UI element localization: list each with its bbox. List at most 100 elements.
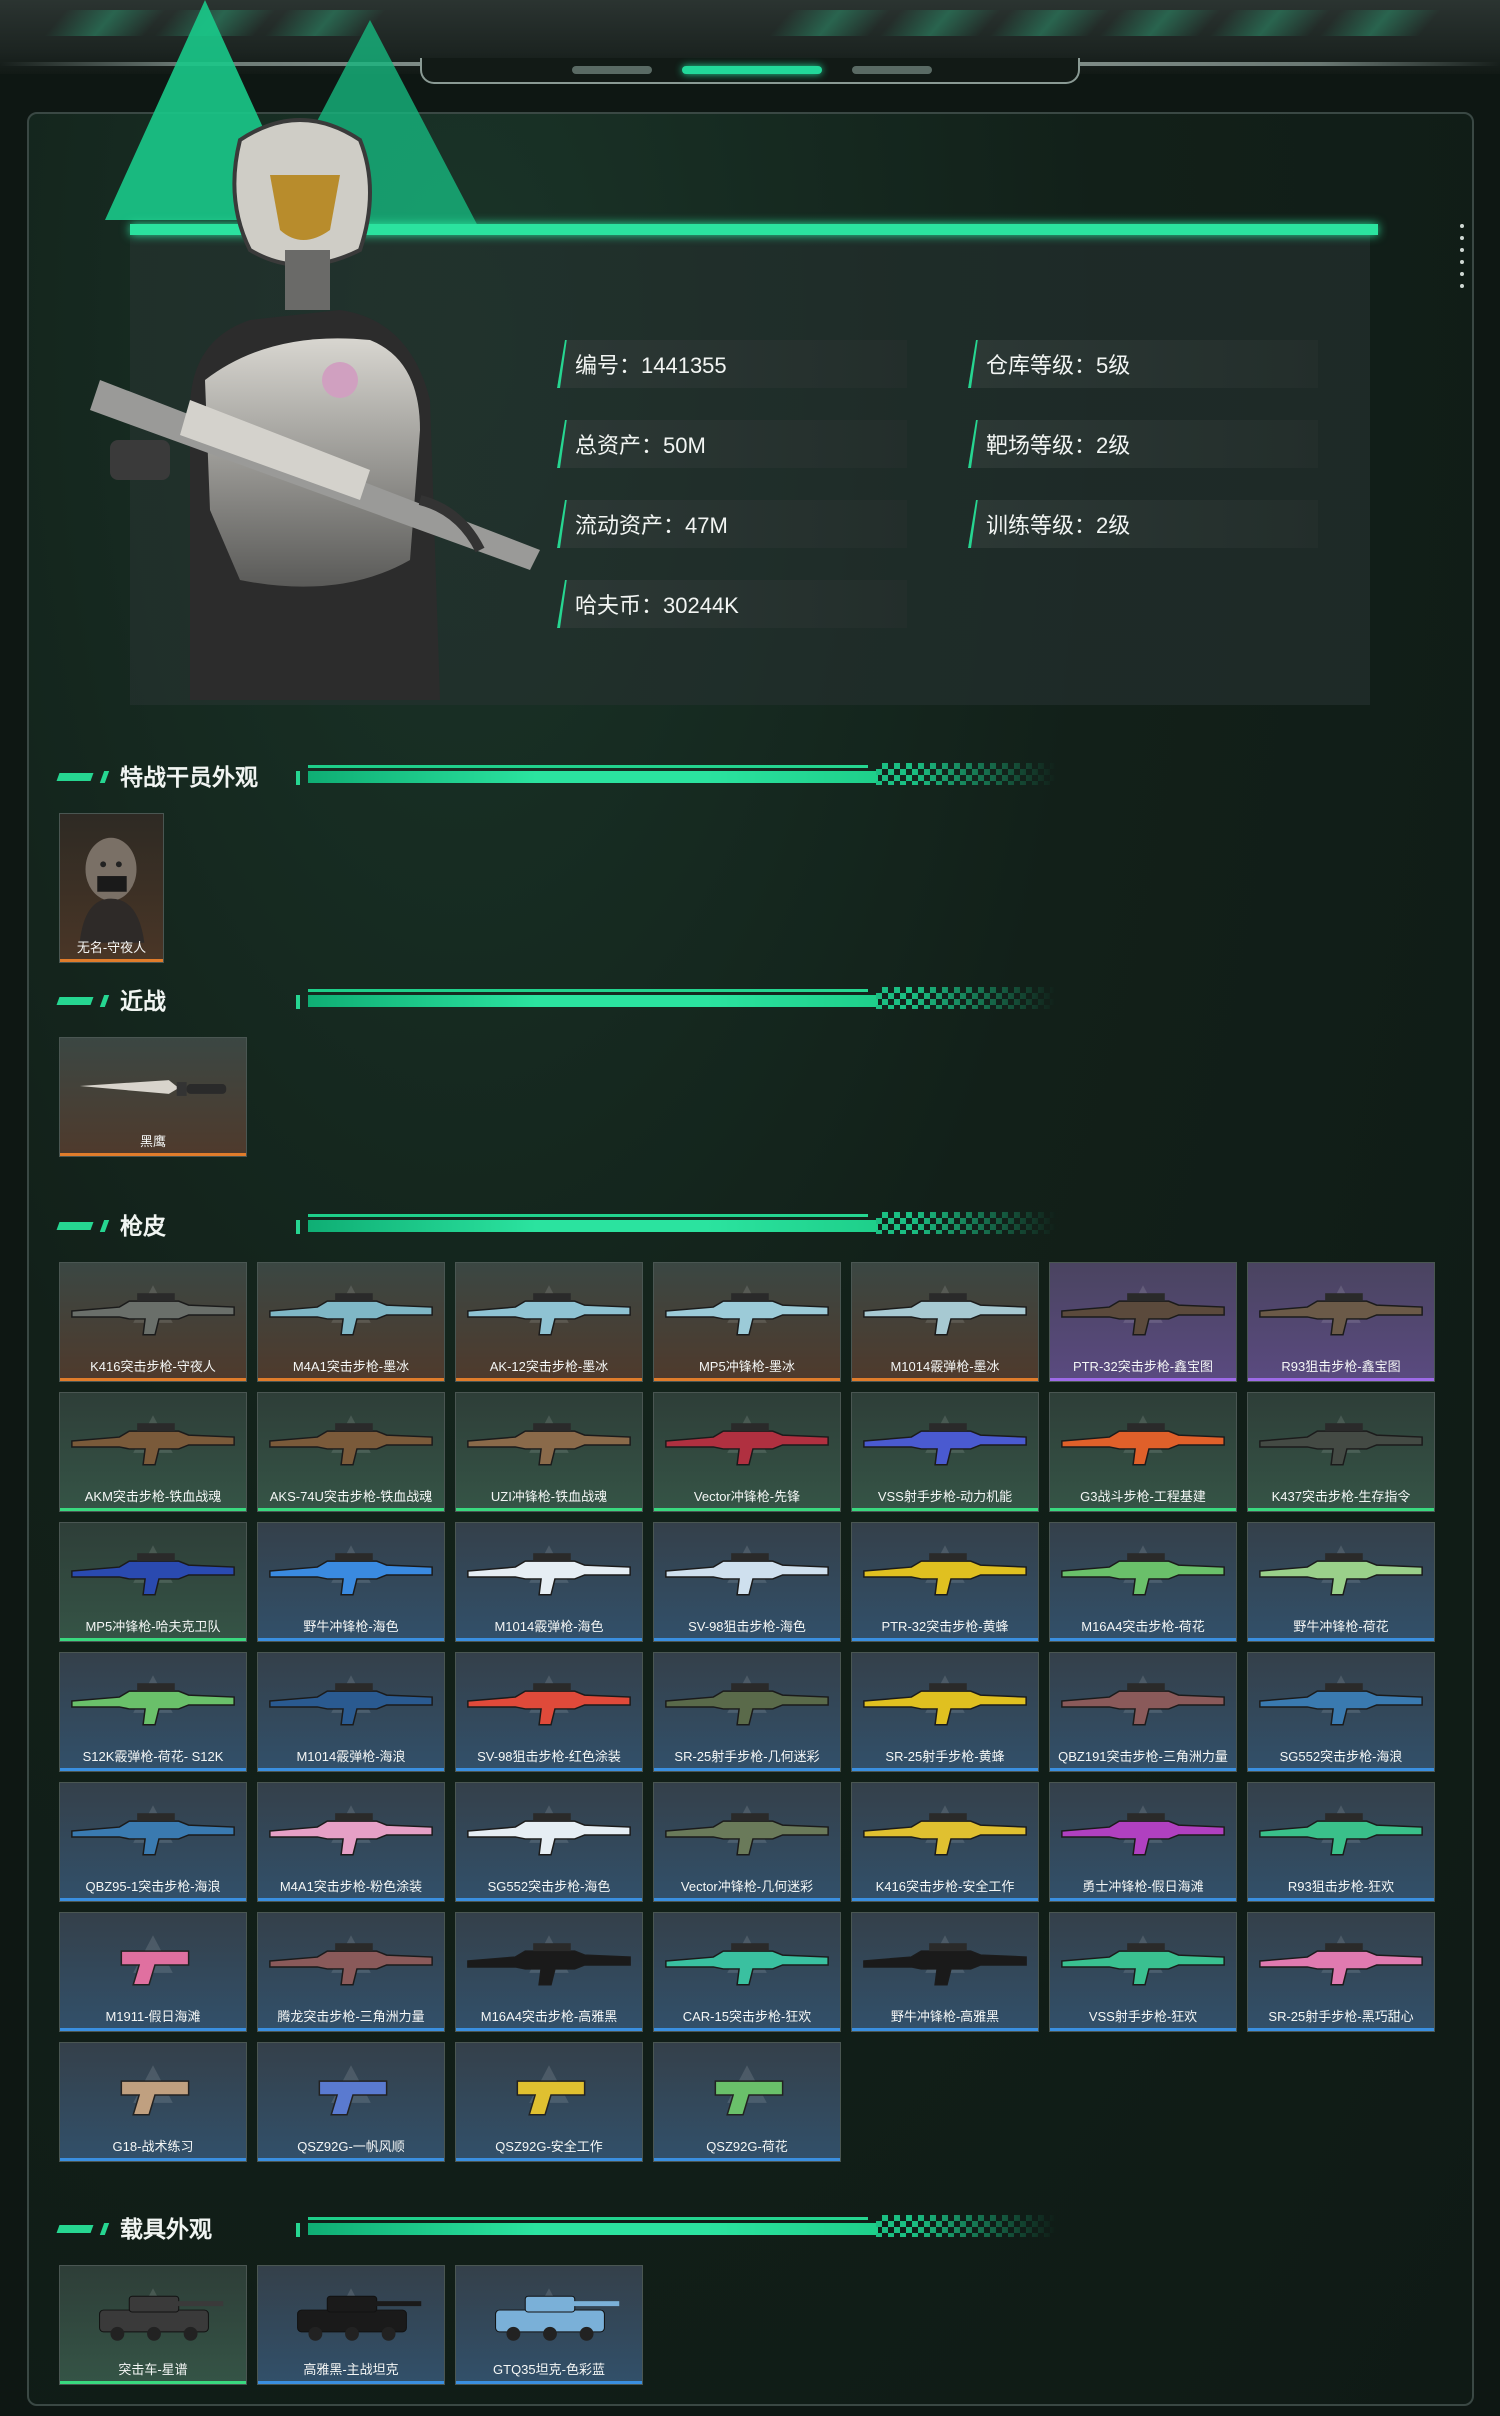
gun-skin-card[interactable]: VSS射手步枪-狂欢	[1049, 1912, 1237, 2032]
item-name: M1911-假日海滩	[105, 2009, 201, 2024]
gun-image	[1259, 1805, 1423, 1856]
gun-image	[1061, 1935, 1225, 1986]
gun-skin-card[interactable]: QSZ92G-一帆风顺	[257, 2042, 445, 2162]
gun-skin-card[interactable]: QBZ191突击步枪-三角洲力量	[1049, 1652, 1237, 1772]
stat-hafu-coin: 哈夫币：30244K	[557, 580, 907, 628]
gun-skin-card[interactable]: K416突击步枪-守夜人	[59, 1262, 247, 1382]
gun-image	[863, 1415, 1027, 1466]
gun-skin-card[interactable]: MP5冲锋枪-墨冰	[653, 1262, 841, 1382]
gun-image	[269, 1545, 433, 1596]
gun-image	[665, 1805, 829, 1856]
gun-skin-card[interactable]: SR-25射手步枪-黄蜂	[851, 1652, 1039, 1772]
stat-liquid-assets: 流动资产：47M	[557, 500, 907, 548]
gun-skin-card[interactable]: CAR-15突击步枪-狂欢	[653, 1912, 841, 2032]
gun-skin-card[interactable]: K416突击步枪-安全工作	[851, 1782, 1039, 1902]
gun-image	[1259, 1935, 1423, 1986]
section-title: 枪皮	[120, 1213, 166, 1239]
gun-skin-card[interactable]: M1911-假日海滩	[59, 1912, 247, 2032]
operator-skin-card[interactable]: 无名-守夜人	[59, 813, 164, 963]
stat-warehouse-level: 仓库等级：5级	[968, 340, 1318, 388]
gun-skin-card[interactable]: SV-98狙击步枪-海色	[653, 1522, 841, 1642]
item-name: K416突击步枪-守夜人	[90, 1359, 216, 1374]
gun-skin-card[interactable]: R93狙击步枪-狂欢	[1247, 1782, 1435, 1902]
gun-skin-card[interactable]: SR-25射手步枪-几何迷彩	[653, 1652, 841, 1772]
item-name: M16A4突击步枪-荷花	[1081, 1619, 1205, 1634]
gun-image	[467, 1285, 631, 1336]
item-name: SG552突击步枪-海浪	[1279, 1749, 1403, 1764]
gun-skin-card[interactable]: 野牛冲锋枪-荷花	[1247, 1522, 1435, 1642]
gun-skin-card[interactable]: R93狙击步枪-鑫宝图	[1247, 1262, 1435, 1382]
item-name: MP5冲锋枪-哈夫克卫队	[85, 1619, 221, 1634]
item-name: 无名-守夜人	[76, 940, 147, 955]
gun-skin-card[interactable]: M1014霰弹枪-海浪	[257, 1652, 445, 1772]
gun-skin-card[interactable]: 野牛冲锋枪-高雅黑	[851, 1912, 1039, 2032]
gun-skin-card[interactable]: M1014霰弹枪-海色	[455, 1522, 643, 1642]
gun-image	[1061, 1545, 1225, 1596]
item-name: R93狙击步枪-鑫宝图	[1281, 1359, 1401, 1374]
gun-image	[1259, 1675, 1423, 1726]
item-name: 野牛冲锋枪-荷花	[1293, 1619, 1389, 1634]
gun-skin-card[interactable]: PTR-32突击步枪-鑫宝图	[1049, 1262, 1237, 1382]
gun-skin-card[interactable]: M4A1突击步枪-粉色涂装	[257, 1782, 445, 1902]
item-name: PTR-32突击步枪-鑫宝图	[1072, 1359, 1214, 1374]
gun-skin-card[interactable]: AKM突击步枪-铁血战魂	[59, 1392, 247, 1512]
item-name: 突击车-星谱	[118, 2362, 188, 2377]
gun-image	[1061, 1675, 1225, 1726]
item-name: GTQ35坦克-色彩蓝	[493, 2362, 605, 2377]
gun-skin-card[interactable]: K437突击步枪-生存指令	[1247, 1392, 1435, 1512]
gun-skin-card[interactable]: Vector冲锋枪-先锋	[653, 1392, 841, 1512]
stat-range-level: 靶场等级：2级	[968, 420, 1318, 468]
item-name: 腾龙突击步枪-三角洲力量	[277, 2009, 425, 2024]
gun-skin-card[interactable]: G18-战术练习	[59, 2042, 247, 2162]
gun-skin-card[interactable]: M16A4突击步枪-荷花	[1049, 1522, 1237, 1642]
gun-skin-card[interactable]: M4A1突击步枪-墨冰	[257, 1262, 445, 1382]
stat-training-level: 训练等级：2级	[968, 500, 1318, 548]
section-title: 特战干员外观	[120, 764, 258, 790]
gun-skin-card[interactable]: MP5冲锋枪-哈夫克卫队	[59, 1522, 247, 1642]
item-name: 黑鹰	[139, 1134, 166, 1149]
item-name: SR-25射手步枪-黑巧甜心	[1268, 2009, 1414, 2024]
gun-skin-card[interactable]: AK-12突击步枪-墨冰	[455, 1262, 643, 1382]
vehicle-skin-card[interactable]: 突击车-星谱	[59, 2265, 247, 2385]
item-name: AKS-74U突击步枪-铁血战魂	[269, 1489, 433, 1504]
gun-skin-card[interactable]: SV-98狙击步枪-红色涂装	[455, 1652, 643, 1772]
gun-skin-card[interactable]: 野牛冲锋枪-海色	[257, 1522, 445, 1642]
gun-image	[495, 2288, 620, 2341]
gun-skin-card[interactable]: 勇士冲锋枪-假日海滩	[1049, 1782, 1237, 1902]
item-name: G3战斗步枪-工程基建	[1080, 1489, 1206, 1504]
gun-skin-card[interactable]: VSS射手步枪-动力机能	[851, 1392, 1039, 1512]
gun-skin-card[interactable]: G3战斗步枪-工程基建	[1049, 1392, 1237, 1512]
gun-image	[269, 1285, 433, 1336]
gun-skin-card[interactable]: QSZ92G-安全工作	[455, 2042, 643, 2162]
gun-skin-card[interactable]: QBZ95-1突击步枪-海浪	[59, 1782, 247, 1902]
item-name: AK-12突击步枪-墨冰	[489, 1359, 609, 1374]
gun-skin-card[interactable]: SG552突击步枪-海色	[455, 1782, 643, 1902]
stat-total-assets: 总资产：50M	[557, 420, 907, 468]
vehicle-skin-card[interactable]: 高雅黑-主战坦克	[257, 2265, 445, 2385]
item-name: M1014霰弹枪-海浪	[296, 1749, 406, 1764]
gun-image	[665, 1545, 829, 1596]
scrollbar[interactable]	[1460, 224, 1464, 288]
melee-skin-card[interactable]: 黑鹰	[59, 1037, 247, 1157]
gun-skin-card[interactable]: 腾龙突击步枪-三角洲力量	[257, 1912, 445, 2032]
item-name: MP5冲锋枪-墨冰	[698, 1359, 796, 1374]
gun-skin-card[interactable]: UZI冲锋枪-铁血战魂	[455, 1392, 643, 1512]
gun-skin-card[interactable]: SG552突击步枪-海浪	[1247, 1652, 1435, 1772]
item-name: M1014霰弹枪-海色	[494, 1619, 604, 1634]
item-name: PTR-32突击步枪-黄蜂	[881, 1619, 1009, 1634]
gun-skin-card[interactable]: Vector冲锋枪-几何迷彩	[653, 1782, 841, 1902]
gun-skin-card[interactable]: M16A4突击步枪-高雅黑	[455, 1912, 643, 2032]
item-name: R93狙击步枪-狂欢	[1287, 1879, 1395, 1894]
item-name: S12K霰弹枪-荷花- S12K	[82, 1749, 224, 1764]
gun-skin-card[interactable]: QSZ92G-荷花	[653, 2042, 841, 2162]
gun-image	[269, 1935, 433, 1986]
gun-skin-card[interactable]: AKS-74U突击步枪-铁血战魂	[257, 1392, 445, 1512]
item-name: UZI冲锋枪-铁血战魂	[490, 1489, 608, 1504]
gun-image	[665, 1675, 829, 1726]
gun-skin-card[interactable]: SR-25射手步枪-黑巧甜心	[1247, 1912, 1435, 2032]
gun-skin-card[interactable]: M1014霰弹枪-墨冰	[851, 1262, 1039, 1382]
gun-image	[71, 1285, 235, 1336]
gun-skin-card[interactable]: PTR-32突击步枪-黄蜂	[851, 1522, 1039, 1642]
vehicle-skin-card[interactable]: GTQ35坦克-色彩蓝	[455, 2265, 643, 2385]
gun-skin-card[interactable]: S12K霰弹枪-荷花- S12K	[59, 1652, 247, 1772]
